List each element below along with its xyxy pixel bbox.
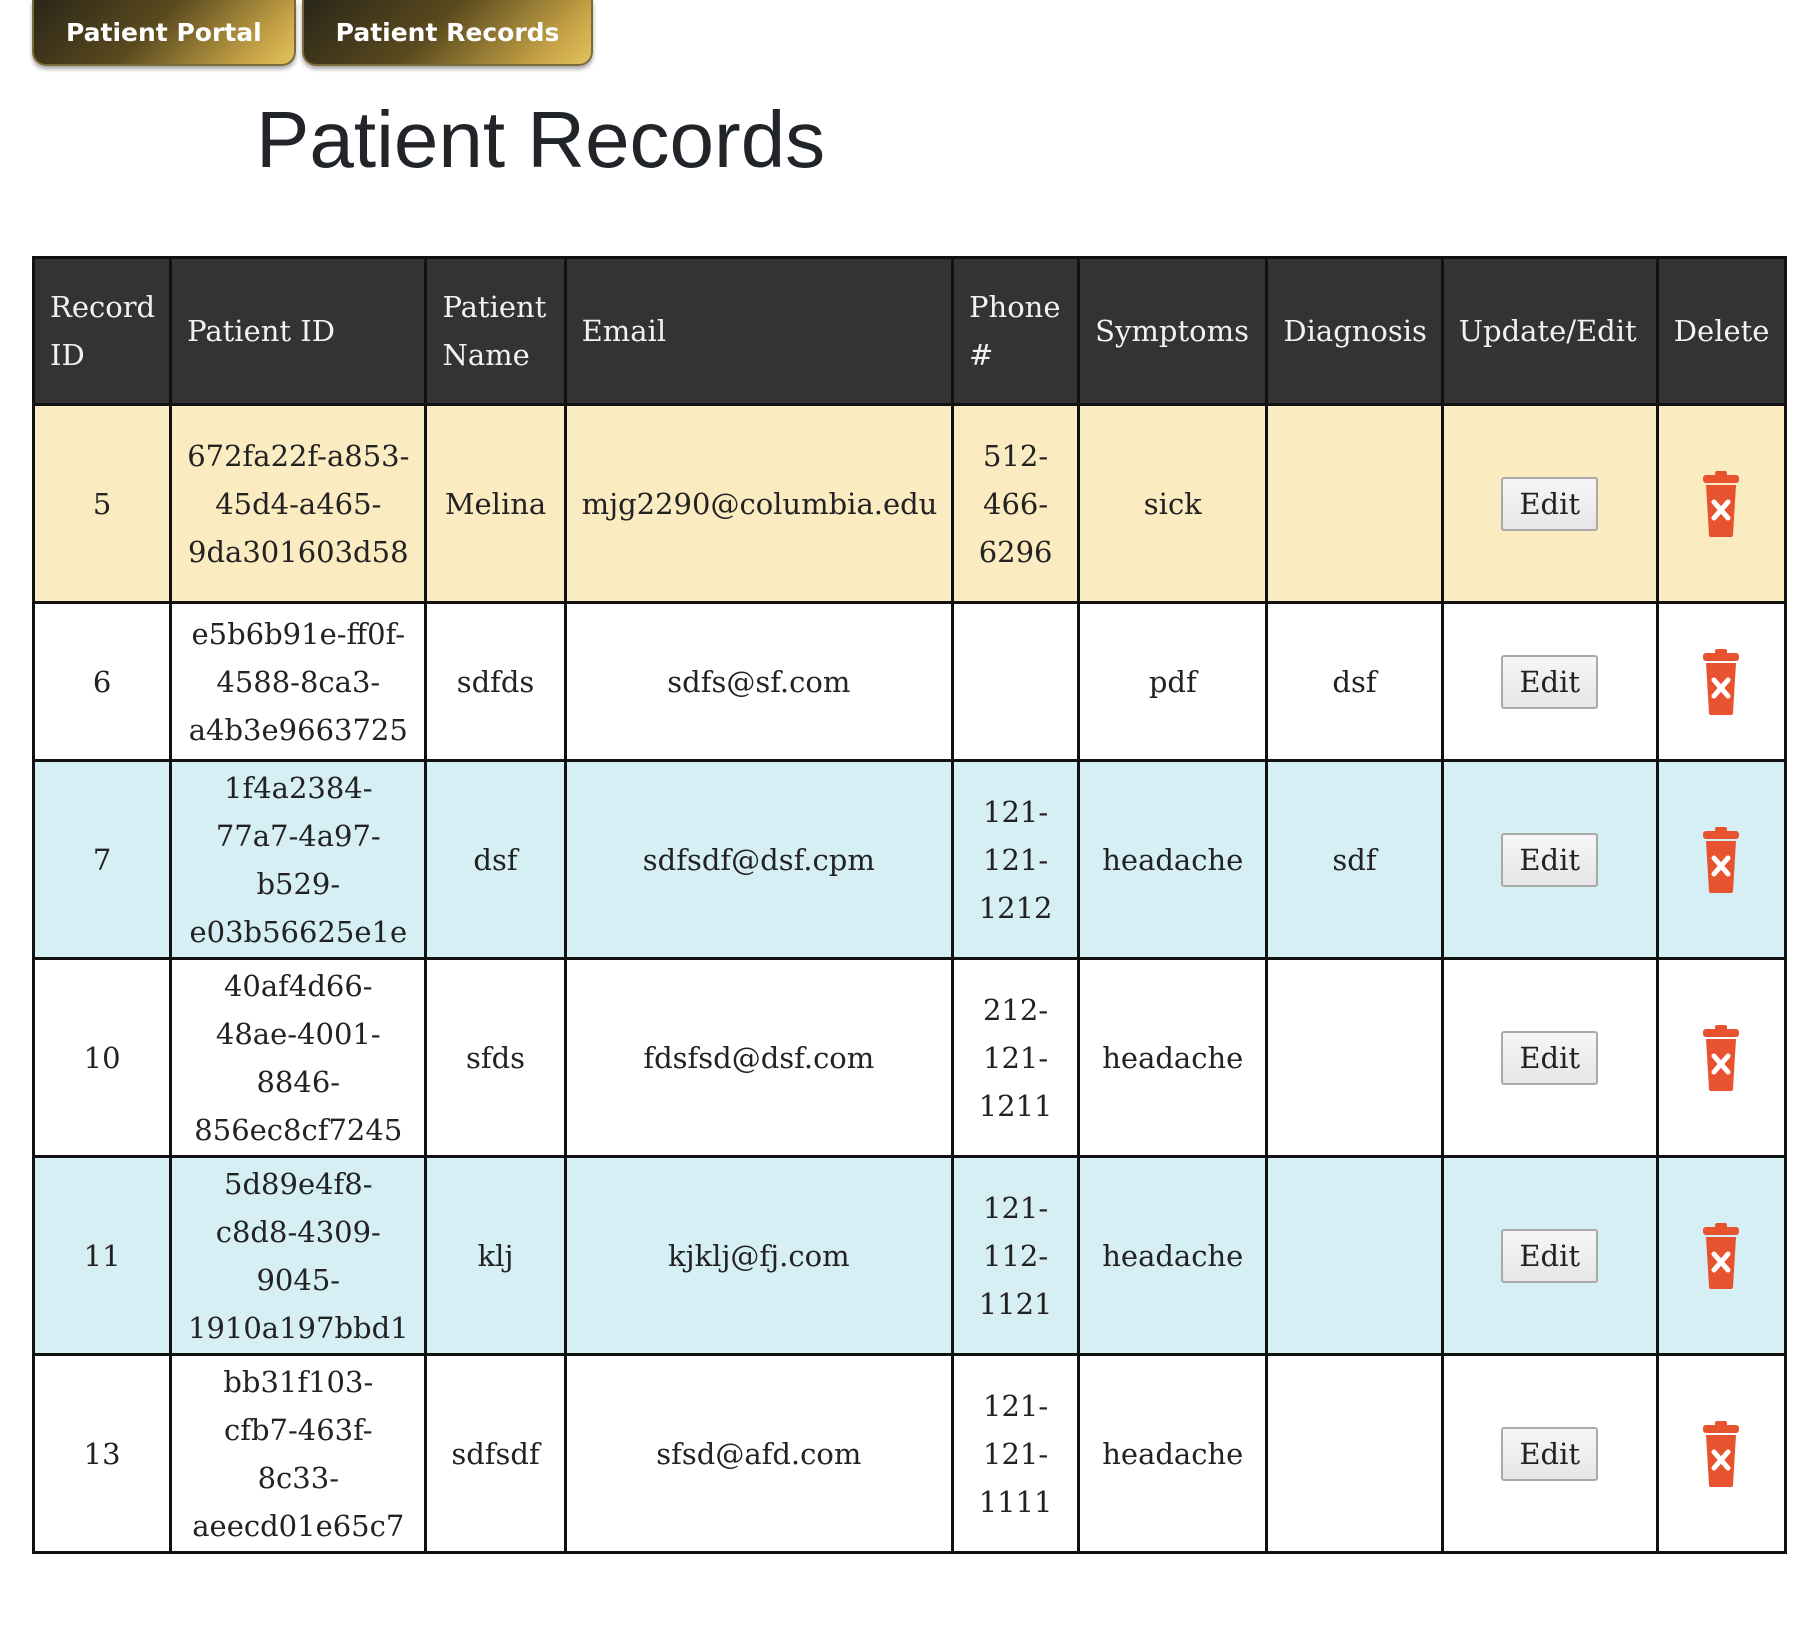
- phone-cell: 512-466-6296: [951, 403, 1081, 604]
- phone-cell: 121-121-1212: [951, 759, 1081, 960]
- col-header-symptoms[interactable]: Symptoms: [1077, 256, 1269, 406]
- edit-button[interactable]: Edit: [1501, 476, 1599, 531]
- edit-button[interactable]: Edit: [1501, 1426, 1599, 1481]
- table-row: 13 bb31f103-cfb7-463f-8c33-aeecd01e65c7 …: [31, 1353, 1788, 1554]
- symptoms-cell: headache: [1077, 957, 1269, 1158]
- patient-id-cell: 5d89e4f8-c8d8-4309-9045-1910a197bbd1: [169, 1155, 428, 1356]
- record-id-cell: 10: [31, 957, 173, 1158]
- edit-cell: Edit: [1440, 1155, 1659, 1356]
- email-cell: kjklj@fj.com: [563, 1155, 955, 1356]
- col-header-patient-name[interactable]: Patient Name: [424, 256, 567, 406]
- delete-cell: [1655, 403, 1788, 604]
- col-header-diagnosis[interactable]: Diagnosis: [1265, 256, 1444, 406]
- patient-name-cell: dsf: [424, 759, 567, 960]
- delete-cell: [1655, 759, 1788, 960]
- tab-patient-records[interactable]: Patient Records: [301, 0, 594, 66]
- diagnosis-cell: [1265, 1155, 1444, 1356]
- symptoms-cell: headache: [1077, 1155, 1269, 1356]
- edit-cell: Edit: [1440, 759, 1659, 960]
- edit-button[interactable]: Edit: [1501, 654, 1599, 709]
- symptoms-cell: headache: [1077, 1353, 1269, 1554]
- delete-cell: [1655, 1155, 1788, 1356]
- patient-id-cell: e5b6b91e-ff0f-4588-8ca3-a4b3e9663725: [169, 601, 428, 762]
- diagnosis-cell: [1265, 957, 1444, 1158]
- delete-cell: [1655, 957, 1788, 1158]
- diagnosis-cell: dsf: [1265, 601, 1444, 762]
- records-table: Record ID Patient ID Patient Name Email …: [31, 256, 1788, 1554]
- col-header-email[interactable]: Email: [563, 256, 955, 406]
- patient-name-cell: sfds: [424, 957, 567, 1158]
- edit-cell: Edit: [1440, 957, 1659, 1158]
- email-cell: sdfsdf@dsf.cpm: [563, 759, 955, 960]
- phone-cell: 121-121-1111: [951, 1353, 1081, 1554]
- edit-cell: Edit: [1440, 601, 1659, 762]
- patient-name-cell: sdfsdf: [424, 1353, 567, 1554]
- email-cell: fdsfsd@dsf.com: [563, 957, 955, 1158]
- record-id-cell: 7: [31, 759, 173, 960]
- patient-id-cell: 672fa22f-a853-45d4-a465-9da301603d58: [169, 403, 428, 604]
- page-title: Patient Records: [256, 95, 826, 184]
- diagnosis-cell: sdf: [1265, 759, 1444, 960]
- record-id-cell: 5: [31, 403, 173, 604]
- trash-icon[interactable]: [1701, 1222, 1741, 1289]
- table-header-row: Record ID Patient ID Patient Name Email …: [31, 256, 1788, 406]
- delete-cell: [1655, 1353, 1788, 1554]
- patient-name-cell: klj: [424, 1155, 567, 1356]
- col-header-update-edit: Update/Edit: [1440, 256, 1659, 406]
- records-body: 5 672fa22f-a853-45d4-a465-9da301603d58 M…: [31, 403, 1788, 1554]
- edit-cell: Edit: [1440, 403, 1659, 604]
- col-header-record-id[interactable]: Record ID: [31, 256, 173, 406]
- col-header-phone[interactable]: Phone #: [951, 256, 1081, 406]
- edit-cell: Edit: [1440, 1353, 1659, 1554]
- table-row: 5 672fa22f-a853-45d4-a465-9da301603d58 M…: [31, 403, 1788, 604]
- patient-name-cell: Melina: [424, 403, 567, 604]
- edit-button[interactable]: Edit: [1501, 832, 1599, 887]
- tab-patient-portal[interactable]: Patient Portal: [32, 0, 296, 66]
- table-row: 10 40af4d66-48ae-4001-8846-856ec8cf7245 …: [31, 957, 1788, 1158]
- symptoms-cell: sick: [1077, 403, 1269, 604]
- phone-cell: [951, 601, 1081, 762]
- edit-button[interactable]: Edit: [1501, 1228, 1599, 1283]
- col-header-delete: Delete: [1655, 256, 1788, 406]
- trash-icon[interactable]: [1701, 648, 1741, 715]
- patient-id-cell: 40af4d66-48ae-4001-8846-856ec8cf7245: [169, 957, 428, 1158]
- phone-cell: 121-112-1121: [951, 1155, 1081, 1356]
- record-id-cell: 6: [31, 601, 173, 762]
- email-cell: sdfs@sf.com: [563, 601, 955, 762]
- patient-id-cell: bb31f103-cfb7-463f-8c33-aeecd01e65c7: [169, 1353, 428, 1554]
- patient-name-cell: sdfds: [424, 601, 567, 762]
- trash-icon[interactable]: [1701, 826, 1741, 893]
- trash-icon[interactable]: [1701, 1024, 1741, 1091]
- symptoms-cell: headache: [1077, 759, 1269, 960]
- table-row: 11 5d89e4f8-c8d8-4309-9045-1910a197bbd1 …: [31, 1155, 1788, 1356]
- email-cell: mjg2290@columbia.edu: [563, 403, 955, 604]
- diagnosis-cell: [1265, 1353, 1444, 1554]
- delete-cell: [1655, 601, 1788, 762]
- phone-cell: 212-121-1211: [951, 957, 1081, 1158]
- col-header-patient-id[interactable]: Patient ID: [169, 256, 428, 406]
- edit-button[interactable]: Edit: [1501, 1030, 1599, 1085]
- patient-id-cell: 1f4a2384-77a7-4a97-b529-e03b56625e1e: [169, 759, 428, 960]
- trash-icon[interactable]: [1701, 470, 1741, 537]
- symptoms-cell: pdf: [1077, 601, 1269, 762]
- diagnosis-cell: [1265, 403, 1444, 604]
- top-nav: Patient Portal Patient Records: [32, 0, 1032, 72]
- table-row: 6 e5b6b91e-ff0f-4588-8ca3-a4b3e9663725 s…: [31, 601, 1788, 762]
- record-id-cell: 11: [31, 1155, 173, 1356]
- table-row: 7 1f4a2384-77a7-4a97-b529-e03b56625e1e d…: [31, 759, 1788, 960]
- email-cell: sfsd@afd.com: [563, 1353, 955, 1554]
- trash-icon[interactable]: [1701, 1420, 1741, 1487]
- record-id-cell: 13: [31, 1353, 173, 1554]
